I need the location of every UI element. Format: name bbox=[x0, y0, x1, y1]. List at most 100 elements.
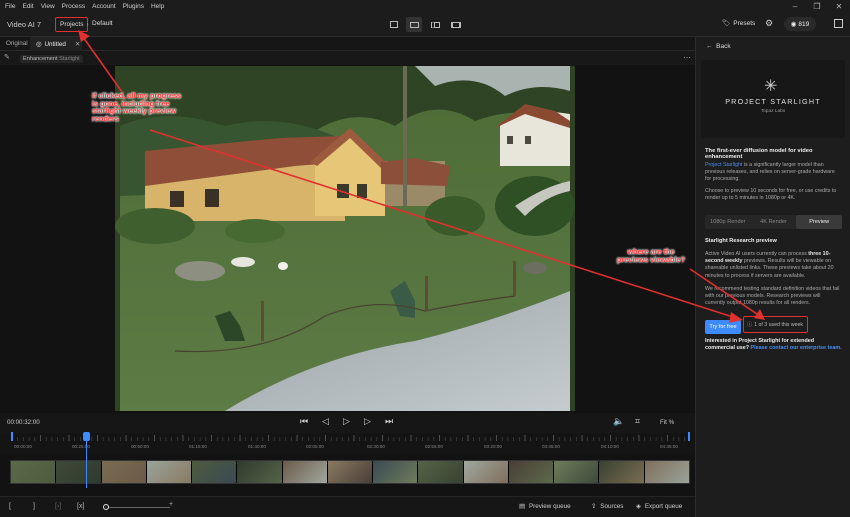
chevron-right-icon: › bbox=[86, 21, 89, 28]
filmstrip-thumbnail bbox=[418, 461, 463, 483]
choose-paragraph: Choose to preview 10 seconds for free, o… bbox=[705, 188, 837, 202]
menu-file[interactable]: File bbox=[5, 3, 15, 10]
view-split-button[interactable] bbox=[427, 17, 443, 32]
enhancement-chip[interactable]: Enhancement Starlight bbox=[20, 55, 83, 63]
export-queue-button[interactable]: ◈ Export queue bbox=[636, 503, 682, 510]
minimize-button[interactable]: – bbox=[784, 2, 806, 11]
filmstrip-thumbnail bbox=[327, 461, 373, 483]
tick-label: 02:55:00 bbox=[425, 444, 443, 449]
filmstrip-thumbnail bbox=[56, 461, 101, 483]
filmstrip-thumbnail bbox=[11, 461, 56, 483]
playhead-line bbox=[86, 433, 87, 488]
menu-bar: File Edit View Process Account Plugins H… bbox=[0, 0, 850, 12]
menu-help[interactable]: Help bbox=[151, 3, 164, 10]
breadcrumb-default[interactable]: Default bbox=[92, 20, 113, 27]
info-icon: ⓘ bbox=[747, 322, 753, 328]
timecode: 00:00:32:00 bbox=[7, 419, 40, 426]
zoom-in-icon[interactable]: + bbox=[169, 501, 173, 508]
tick-label: 01:15:00 bbox=[189, 444, 207, 449]
video-frame[interactable] bbox=[115, 66, 575, 411]
in-point-marker[interactable] bbox=[11, 432, 13, 441]
tab-4k-render[interactable]: 4K Render bbox=[751, 215, 797, 229]
view-wide-button[interactable] bbox=[406, 17, 422, 32]
filmstrip-thumbnail bbox=[508, 461, 554, 483]
enterprise-link[interactable]: Please contact our enterprise team. bbox=[751, 345, 842, 351]
tick-label: 02:05:00 bbox=[306, 444, 324, 449]
tick-label: 02:30:00 bbox=[367, 444, 385, 449]
audio-icon[interactable]: 🔈 bbox=[613, 416, 624, 427]
menu-edit[interactable]: Edit bbox=[22, 3, 33, 10]
annotation-note-previews: where are the previews viewable? bbox=[616, 247, 686, 264]
tab-untitled[interactable]: ◎ Untitled ✕ bbox=[30, 37, 82, 51]
starlight-link[interactable]: Project Starlight bbox=[705, 162, 742, 168]
preview-queue-button[interactable]: ▤ Preview queue bbox=[519, 503, 571, 510]
projects-button[interactable]: Projects › bbox=[55, 17, 88, 32]
enhancement-bar bbox=[0, 51, 695, 65]
gear-icon[interactable]: ⚙ bbox=[765, 18, 773, 29]
ruler-ticks bbox=[11, 435, 685, 441]
sources-button[interactable]: ⇪ Sources bbox=[591, 503, 623, 510]
intro-paragraph: Project Starlight is a significantly lar… bbox=[705, 162, 842, 184]
more-options-icon[interactable]: ⋯ bbox=[683, 53, 691, 62]
starlight-logo-icon: ✳ bbox=[764, 78, 778, 95]
projects-label: Projects bbox=[60, 21, 84, 28]
close-window-button[interactable]: ✕ bbox=[828, 2, 850, 11]
back-label: Back bbox=[716, 43, 731, 50]
menu-plugins[interactable]: Plugins bbox=[123, 3, 144, 10]
split-view-icon bbox=[430, 21, 440, 28]
timeline-ruler[interactable] bbox=[0, 433, 695, 455]
menu-process[interactable]: Process bbox=[62, 3, 85, 10]
tab-original[interactable]: Original bbox=[6, 40, 28, 47]
research-paragraph: Active Video AI users currently can proc… bbox=[705, 251, 842, 280]
zoom-fit-select[interactable]: Fit % bbox=[660, 419, 674, 426]
tick-label: 00:00:00 bbox=[14, 444, 32, 449]
filmstrip-thumbnail bbox=[599, 461, 644, 483]
filmstrip-thumbnail bbox=[192, 461, 237, 483]
play-icon[interactable]: ▷ bbox=[343, 416, 350, 427]
video-frame-image bbox=[115, 66, 575, 411]
tick-label: 03:20:00 bbox=[484, 444, 502, 449]
filmstrip-thumbnail bbox=[282, 461, 327, 483]
crop-icon[interactable]: ⌗ bbox=[635, 416, 640, 427]
presets-button[interactable]: 🏷 Presets bbox=[722, 19, 756, 28]
tab-preview[interactable]: Preview bbox=[796, 215, 843, 229]
filmstrip[interactable] bbox=[10, 460, 690, 484]
zoom-slider-handle[interactable] bbox=[103, 504, 109, 510]
menu-view[interactable]: View bbox=[41, 3, 55, 10]
go-to-in-icon[interactable]: [›] bbox=[55, 503, 61, 510]
presets-label: Presets bbox=[733, 19, 756, 27]
back-button[interactable]: ← Back bbox=[706, 43, 731, 50]
research-text-a: Active Video AI users currently can proc… bbox=[705, 251, 809, 257]
mark-out-icon[interactable]: ] bbox=[33, 503, 35, 510]
panel-toggle-icon[interactable] bbox=[834, 19, 843, 28]
playhead-handle[interactable] bbox=[83, 432, 90, 441]
try-for-free-button[interactable]: Try for free bbox=[705, 320, 741, 334]
research-heading: Starlight Research preview bbox=[705, 238, 777, 244]
app-title: Video AI 7 bbox=[7, 20, 42, 29]
usage-indicator: ⓘ 1 of 3 used this week bbox=[743, 316, 808, 333]
filmstrip-thumbnail bbox=[554, 461, 599, 483]
menu-account[interactable]: Account bbox=[92, 3, 116, 10]
preview-queue-label: Preview queue bbox=[528, 503, 571, 510]
step-back-icon[interactable]: ◁ bbox=[322, 416, 329, 427]
annotation-note-projects: if clicked, all my progress is gone, inc… bbox=[92, 91, 182, 123]
upload-icon: ⇪ bbox=[591, 503, 597, 510]
queue-icon: ▤ bbox=[519, 503, 525, 510]
view-single-button[interactable] bbox=[386, 17, 402, 32]
zoom-slider-track[interactable] bbox=[105, 507, 170, 508]
credits-badge[interactable]: ◉ 819 bbox=[784, 17, 816, 31]
skip-start-icon[interactable]: ⏮ bbox=[300, 416, 308, 427]
step-forward-icon[interactable]: ▷ bbox=[364, 416, 371, 427]
out-point-marker[interactable] bbox=[688, 432, 690, 441]
presets-icon: 🏷 bbox=[722, 20, 731, 27]
tab-1080p-render[interactable]: 1080p Render bbox=[705, 215, 751, 229]
maximize-button[interactable]: ❐ bbox=[806, 2, 828, 11]
wand-icon[interactable]: ✎ bbox=[4, 53, 10, 61]
view-side-by-side-button[interactable] bbox=[448, 17, 464, 32]
enterprise-note: Interested in Project Starlight for exte… bbox=[705, 338, 845, 352]
window-controls: – ❐ ✕ bbox=[784, 0, 850, 12]
mark-in-icon[interactable]: [ bbox=[9, 503, 11, 510]
close-tab-icon[interactable]: ✕ bbox=[75, 41, 80, 48]
clear-marks-icon[interactable]: [x] bbox=[77, 503, 84, 510]
skip-end-icon[interactable]: ⏭ bbox=[385, 416, 393, 427]
